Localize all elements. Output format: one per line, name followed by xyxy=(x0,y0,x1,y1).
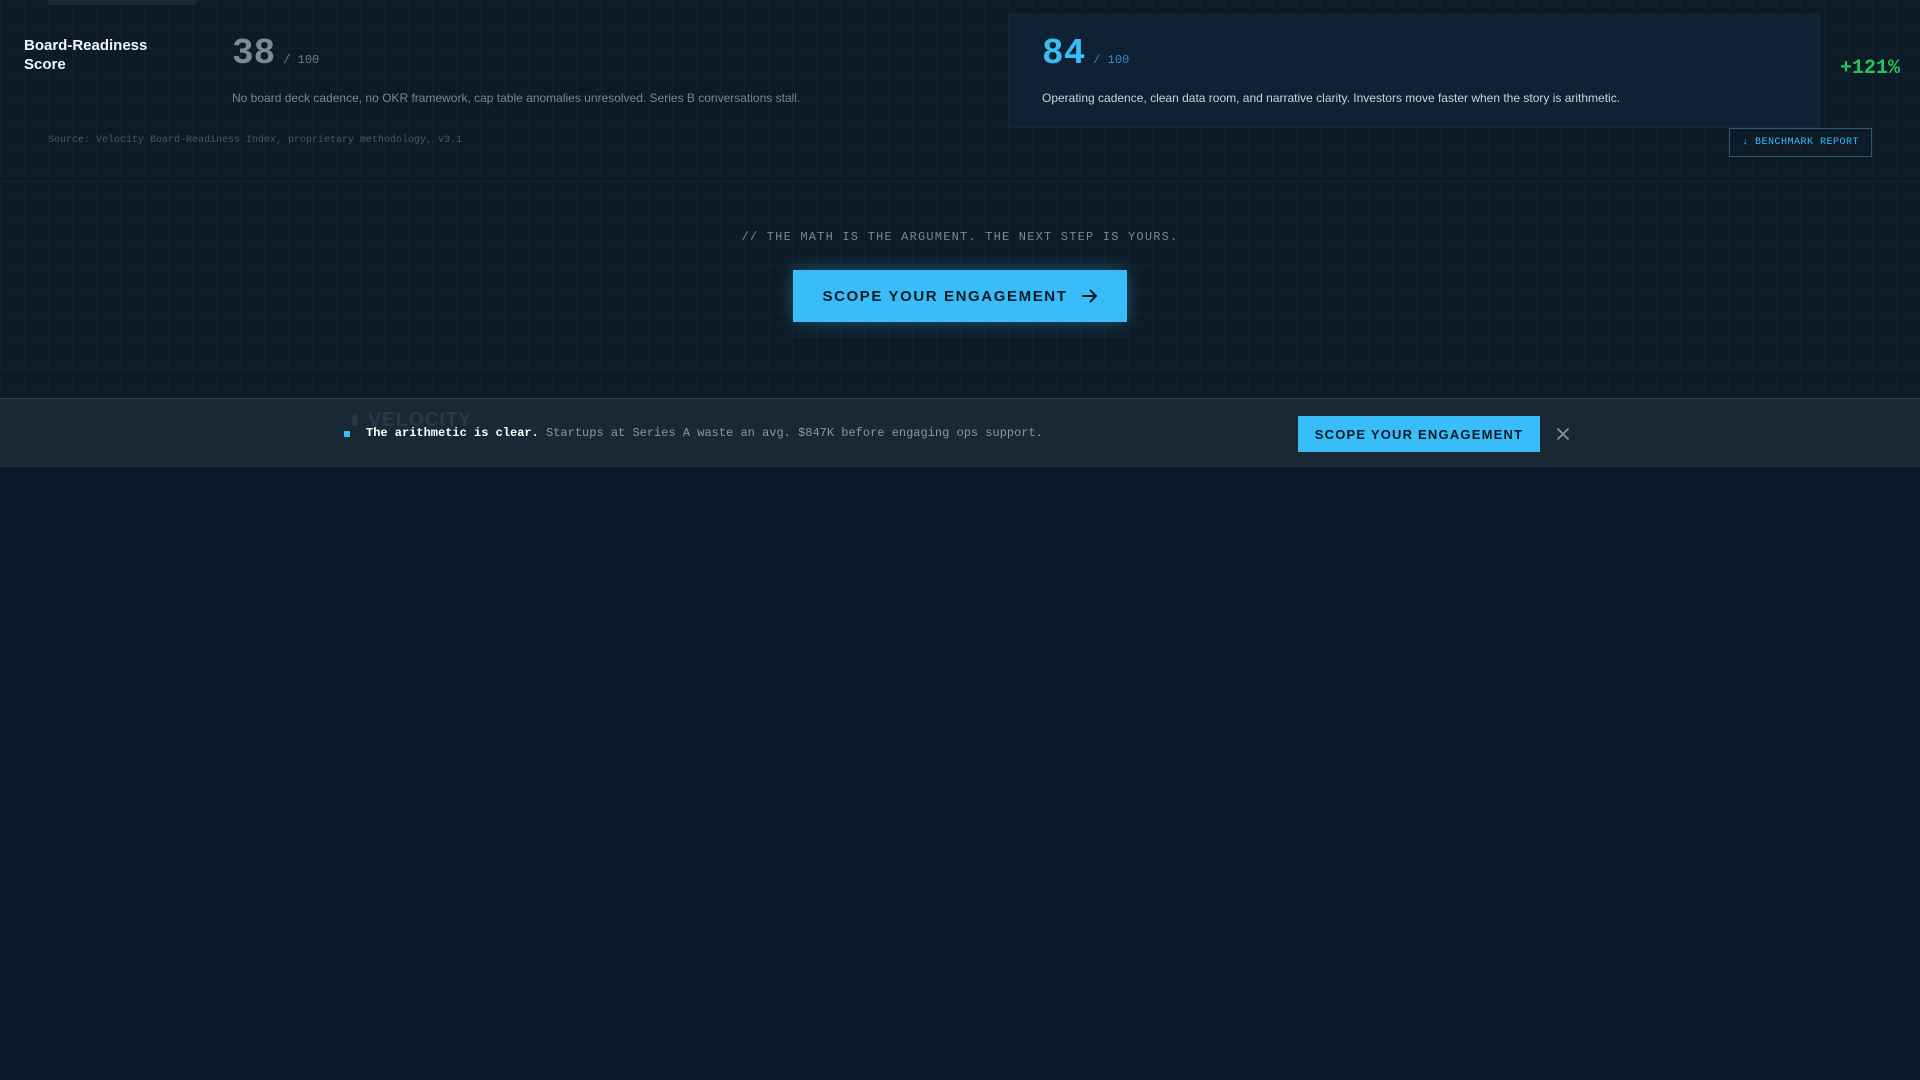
sticky-bar-headline: The arithmetic is clear. xyxy=(366,426,539,440)
metric-label: Board-Readiness Score xyxy=(24,37,148,73)
divider xyxy=(0,181,1920,182)
scope-engagement-label: SCOPE YOUR ENGAGEMENT xyxy=(822,287,1068,305)
divider xyxy=(0,369,1920,370)
source-note: Source: Velocity Board-Readiness Index, … xyxy=(48,135,463,146)
sticky-bar-message: The arithmetic is clear. Startups at Ser… xyxy=(366,426,1043,440)
previous-row-stub xyxy=(48,0,196,5)
close-icon[interactable] xyxy=(1554,425,1572,443)
after-score: 84 xyxy=(1042,33,1086,74)
metric-before: 38 / 100 No board deck cadence, no OKR f… xyxy=(232,34,1012,106)
before-description: No board deck cadence, no OKR framework,… xyxy=(232,91,801,105)
arrow-right-icon xyxy=(1081,289,1098,303)
cta-caption: // THE MATH IS THE ARGUMENT. THE NEXT ST… xyxy=(741,230,1179,244)
delta-badge: +121% xyxy=(1840,57,1901,80)
benchmark-report-button[interactable]: ↓ BENCHMARK REPORT xyxy=(1729,128,1872,157)
status-dot xyxy=(344,431,350,437)
sticky-scope-engagement-button[interactable]: SCOPE YOUR ENGAGEMENT xyxy=(1298,416,1540,452)
before-score-denominator: / 100 xyxy=(283,53,320,67)
page: Board-Readiness Score 38 / 100 No board … xyxy=(0,0,1920,1080)
after-score-denominator: / 100 xyxy=(1093,53,1130,67)
after-description: Operating cadence, clean data room, and … xyxy=(1042,91,1621,105)
comparison-section: Board-Readiness Score 38 / 100 No board … xyxy=(0,0,1920,398)
scope-engagement-button[interactable]: SCOPE YOUR ENGAGEMENT xyxy=(793,270,1127,322)
sticky-cta-bar: VELOCITY The arithmetic is clear. Startu… xyxy=(0,398,1920,467)
rocket-icon xyxy=(351,412,359,426)
before-score: 38 xyxy=(232,33,276,74)
sticky-bar-body: Startups at Series A waste an avg. $847K… xyxy=(546,426,1043,440)
metric-after: 84 / 100 Operating cadence, clean data r… xyxy=(1042,34,1802,106)
